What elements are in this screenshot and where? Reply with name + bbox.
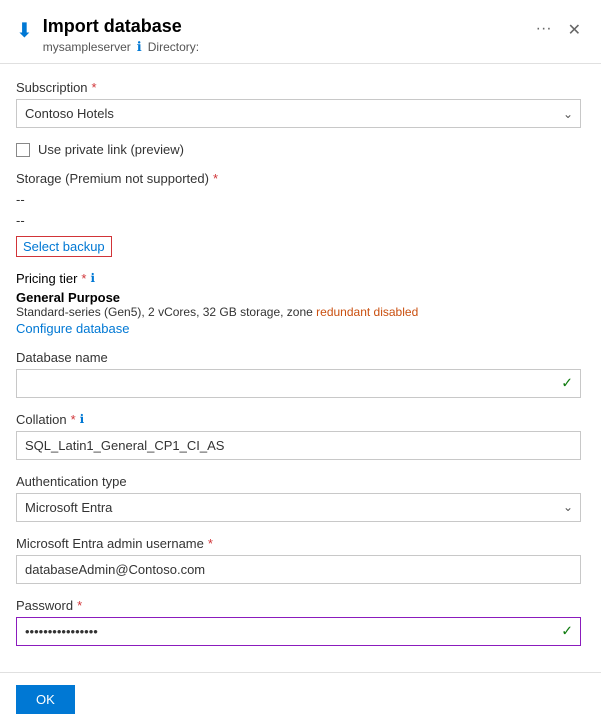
admin-username-required-star: * xyxy=(208,536,213,551)
configure-database-link[interactable]: Configure database xyxy=(16,321,129,336)
header-left: ⬇ Import database mysampleserver ℹ Direc… xyxy=(16,16,199,55)
pricing-tier-field: Pricing tier * ℹ General Purpose Standar… xyxy=(16,271,581,336)
database-name-check-icon: ✓ xyxy=(561,375,573,392)
auth-type-label: Authentication type xyxy=(16,474,581,489)
close-button[interactable]: ✕ xyxy=(568,20,581,40)
storage-line-2: -- xyxy=(16,211,581,232)
collation-input[interactable] xyxy=(16,431,581,460)
panel-footer: OK xyxy=(0,672,601,726)
admin-username-field: Microsoft Entra admin username * xyxy=(16,536,581,584)
admin-username-label: Microsoft Entra admin username * xyxy=(16,536,581,551)
collation-info-icon[interactable]: ℹ xyxy=(80,412,85,426)
password-check-icon: ✓ xyxy=(561,623,573,640)
collation-input-wrapper xyxy=(16,431,581,460)
storage-field: Storage (Premium not supported) * -- -- … xyxy=(16,171,581,257)
admin-username-input-wrapper xyxy=(16,555,581,584)
pricing-desc-prefix: Standard-series (Gen5), 2 vCores, 32 GB … xyxy=(16,305,316,319)
collation-required-star: * xyxy=(71,412,76,427)
password-input[interactable] xyxy=(16,617,581,646)
private-link-row: Use private link (preview) xyxy=(16,142,581,157)
pricing-info-icon[interactable]: ℹ xyxy=(90,271,95,285)
pricing-tier-name: General Purpose xyxy=(16,290,581,305)
database-name-field: Database name ✓ xyxy=(16,350,581,398)
subscription-select[interactable]: Contoso Hotels xyxy=(16,99,581,128)
storage-lines: -- -- xyxy=(16,190,581,232)
storage-required-star: * xyxy=(213,171,218,186)
header-actions: ··· ✕ xyxy=(536,16,581,40)
password-field: Password * ✓ xyxy=(16,598,581,646)
auth-type-select-wrapper: Microsoft Entra SQL authentication ⌄ xyxy=(16,493,581,522)
more-options-button[interactable]: ··· xyxy=(536,20,552,38)
server-name: mysampleserver xyxy=(43,40,131,54)
collation-field: Collation * ℹ xyxy=(16,412,581,460)
info-circle-icon: ℹ xyxy=(137,39,142,55)
storage-label: Storage (Premium not supported) * xyxy=(16,171,581,186)
form-content: Subscription * Contoso Hotels ⌄ Use priv… xyxy=(0,64,601,672)
auth-type-field: Authentication type Microsoft Entra SQL … xyxy=(16,474,581,522)
admin-username-input[interactable] xyxy=(16,555,581,584)
import-icon: ⬇ xyxy=(16,18,33,43)
import-database-panel: ⬇ Import database mysampleserver ℹ Direc… xyxy=(0,0,601,726)
subscription-required-star: * xyxy=(92,80,97,95)
pricing-required-star: * xyxy=(81,271,86,286)
password-required-star: * xyxy=(77,598,82,613)
directory-label: Directory: xyxy=(148,40,199,54)
pricing-tier-desc: Standard-series (Gen5), 2 vCores, 32 GB … xyxy=(16,305,581,319)
database-name-input[interactable] xyxy=(16,369,581,398)
database-name-input-wrapper: ✓ xyxy=(16,369,581,398)
password-label: Password * xyxy=(16,598,581,613)
subscription-label: Subscription * xyxy=(16,80,581,95)
pricing-label-row: Pricing tier * ℹ xyxy=(16,271,581,286)
subscription-field: Subscription * Contoso Hotels ⌄ xyxy=(16,80,581,128)
password-input-wrapper: ✓ xyxy=(16,617,581,646)
private-link-checkbox[interactable] xyxy=(16,143,30,157)
auth-type-select[interactable]: Microsoft Entra SQL authentication xyxy=(16,493,581,522)
panel-title: Import database xyxy=(43,16,199,37)
header-title-block: Import database mysampleserver ℹ Directo… xyxy=(43,16,199,55)
private-link-label: Use private link (preview) xyxy=(38,142,184,157)
collation-label: Collation * ℹ xyxy=(16,412,581,427)
subscription-select-wrapper: Contoso Hotels ⌄ xyxy=(16,99,581,128)
panel-header: ⬇ Import database mysampleserver ℹ Direc… xyxy=(0,0,601,64)
pricing-desc-highlight: redundant disabled xyxy=(316,305,418,319)
panel-subtitle: mysampleserver ℹ Directory: xyxy=(43,39,199,55)
database-name-label: Database name xyxy=(16,350,581,365)
storage-line-1: -- xyxy=(16,190,581,211)
select-backup-button[interactable]: Select backup xyxy=(16,236,112,257)
pricing-tier-label: Pricing tier xyxy=(16,271,77,286)
ok-button[interactable]: OK xyxy=(16,685,75,714)
